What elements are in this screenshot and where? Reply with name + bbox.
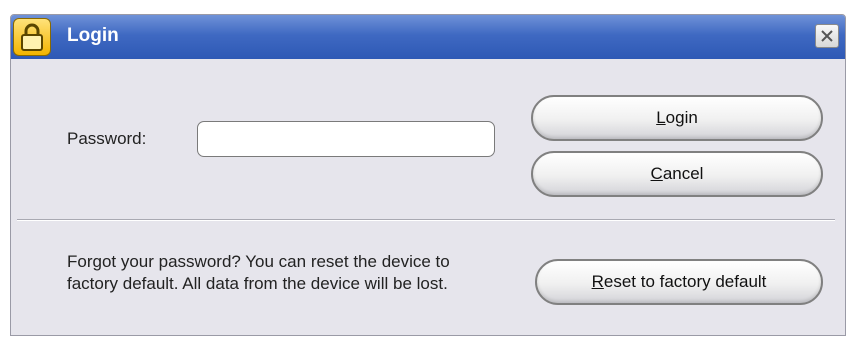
login-button-label: ogin [665,108,698,127]
cancel-button-label: ancel [662,164,704,183]
login-button-mnemonic: L [656,108,666,127]
login-dialog: Login Password: Login Cancel Forgot your… [10,14,846,336]
reset-info-text: Forgot your password? You can reset the … [67,252,450,293]
reset-factory-default-button[interactable]: Reset to factory default [535,259,823,305]
divider [17,219,835,221]
password-label: Password: [67,129,147,148]
cancel-button[interactable]: Cancel [531,151,823,197]
close-button[interactable] [815,24,839,48]
window-title: Login [67,25,119,46]
close-icon [821,30,833,42]
lock-icon [13,18,51,56]
login-button[interactable]: Login [531,95,823,141]
reset-button-label: eset to factory default [603,272,767,291]
title-bar[interactable]: Login [11,15,845,59]
cancel-button-mnemonic: C [650,164,663,183]
password-input[interactable] [197,121,495,157]
reset-button-mnemonic: R [591,272,604,291]
